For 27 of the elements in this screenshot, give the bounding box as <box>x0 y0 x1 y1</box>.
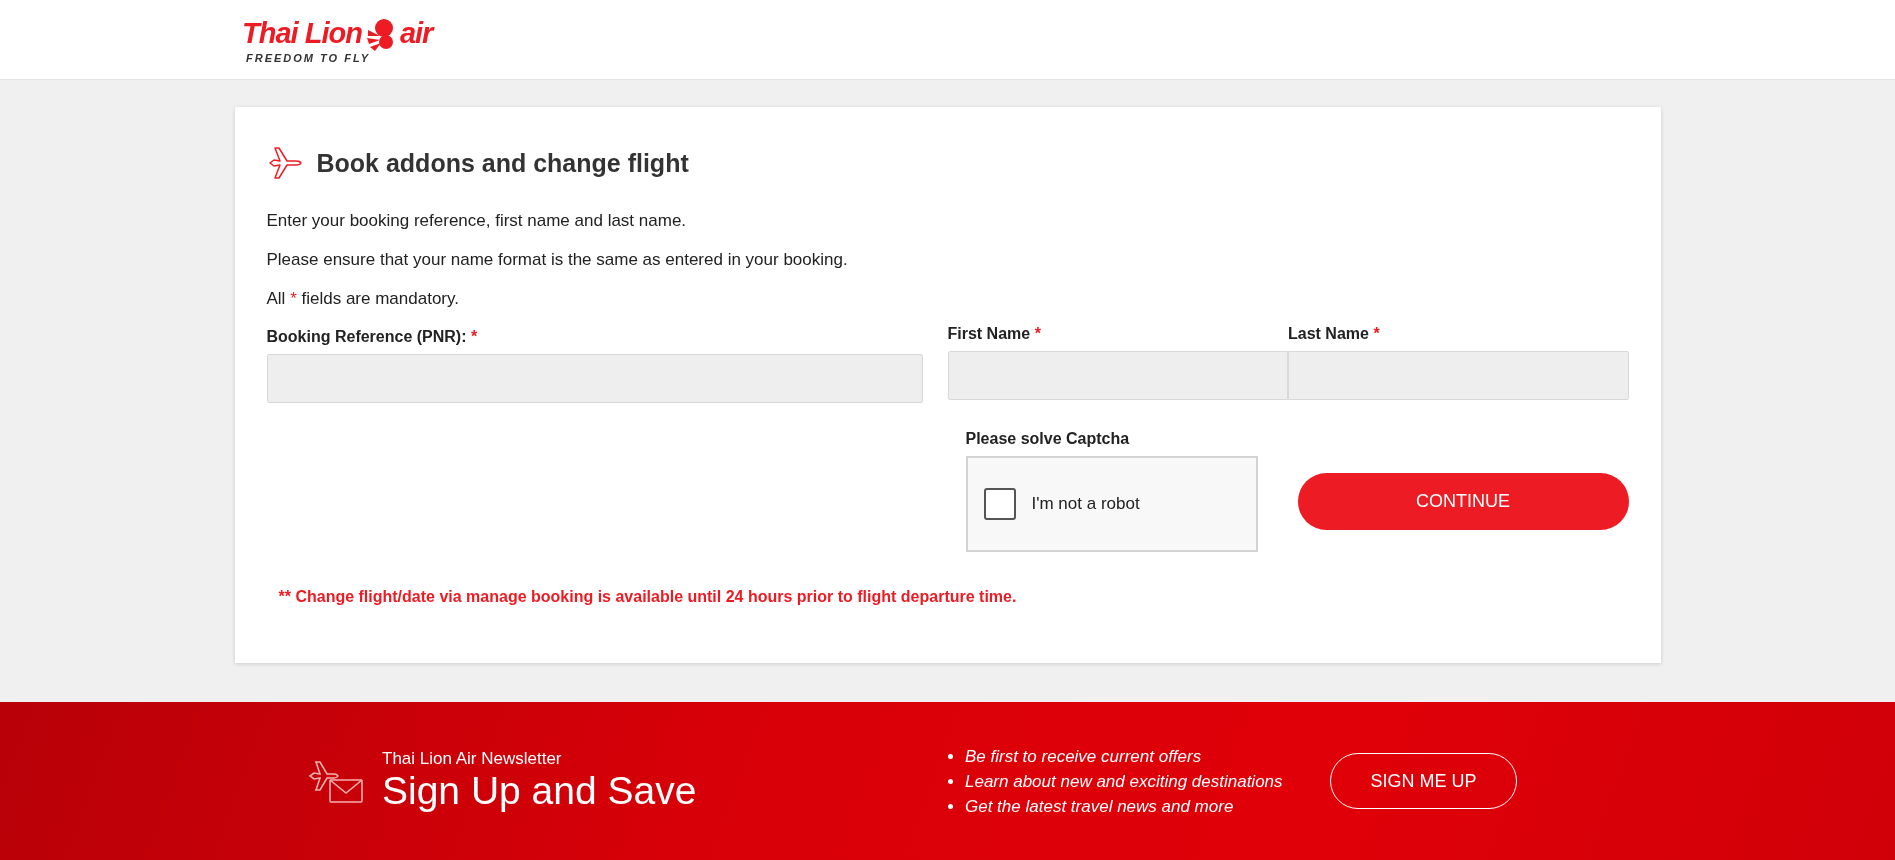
plane-icon <box>266 145 303 181</box>
input-field[interactable] <box>266 354 923 403</box>
newsletter-eyebrow: Thai Lion Air Newsletter <box>382 748 563 769</box>
instruction-text: Please ensure that your name format is the same as entered in your booking. <box>266 250 849 270</box>
benefit-text: Learn about new and exciting destinations <box>965 770 1283 793</box>
bullet-icon <box>948 778 953 784</box>
logo-tagline: FREEDOM TO FLY <box>246 51 372 64</box>
notice-text: ** Change flight/date via manage booking is available until 24 hours prior to flight departure time. <box>278 588 1018 606</box>
benefit-text: Be first to receive current offers <box>965 745 1202 768</box>
field-label: First Name * <box>947 325 1042 343</box>
bullet-icon <box>948 803 953 809</box>
field-label: Last Name * <box>1288 325 1381 343</box>
logo-wordmark: Thai Lion <box>242 19 362 48</box>
logo-wordmark: air <box>399 19 433 48</box>
benefit-text: Get the latest travel news and more <box>965 795 1234 818</box>
newsletter-title: Sign Up and Save <box>382 768 697 814</box>
input-field[interactable] <box>947 351 1288 400</box>
mandatory-note: All * fields are mandatory. <box>266 289 460 309</box>
captcha-label: Please solve Captcha <box>965 430 1131 448</box>
captcha-text: I'm not a robot <box>1031 494 1140 514</box>
continue-button[interactable]: CONTINUE <box>1297 473 1629 530</box>
input-field[interactable] <box>1288 351 1629 400</box>
form-title: Book addons and change flight <box>316 148 689 178</box>
bullet-icon <box>948 753 953 759</box>
captcha-checkbox[interactable] <box>983 488 1016 520</box>
instruction-text: Enter your booking reference, first name and last name. <box>266 211 688 231</box>
field-label: Booking Reference (PNR): * <box>266 328 479 346</box>
